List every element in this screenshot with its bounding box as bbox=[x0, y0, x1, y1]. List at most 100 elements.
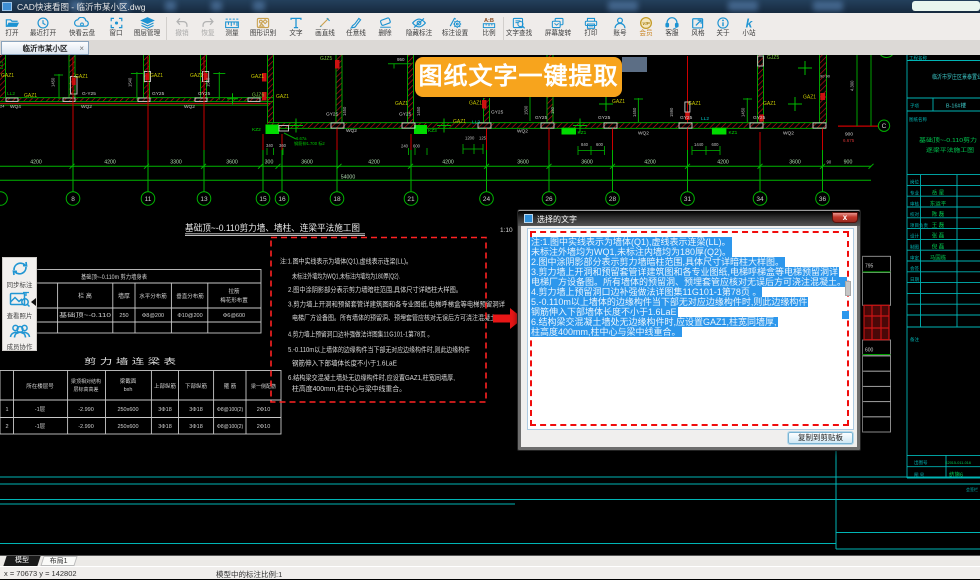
svg-text:2Φ10: 2Φ10 bbox=[257, 424, 271, 430]
svg-text:250x600: 250x600 bbox=[117, 407, 138, 413]
svg-text:bxh: bxh bbox=[124, 387, 133, 393]
svg-text:C: C bbox=[882, 123, 887, 130]
svg-text:11: 11 bbox=[145, 196, 152, 203]
svg-text:1:10: 1:10 bbox=[500, 227, 513, 234]
svg-text:GJZ5: GJZ5 bbox=[320, 56, 332, 62]
svg-text:所在楼层号: 所在楼层号 bbox=[26, 382, 54, 390]
svg-text:-1层: -1层 bbox=[35, 423, 46, 430]
svg-text:90 90: 90 90 bbox=[820, 74, 831, 79]
svg-text:GAZ1: GAZ1 bbox=[395, 101, 408, 107]
svg-text:制图: 制图 bbox=[910, 244, 919, 251]
svg-text:4200: 4200 bbox=[104, 160, 116, 166]
svg-text:GAZ1: GAZ1 bbox=[1, 73, 14, 79]
svg-text:4200: 4200 bbox=[30, 160, 42, 166]
svg-text:钢筋伸1.700 标2: 钢筋伸1.700 标2 bbox=[294, 140, 325, 147]
svg-text:Φ6@600: Φ6@600 bbox=[223, 313, 245, 319]
svg-text:钢筋伸入下部墙体长度不小于1.6LaE: 钢筋伸入下部墙体长度不小于1.6LaE bbox=[292, 359, 397, 368]
svg-text:A:B: A:B bbox=[484, 18, 494, 24]
svg-text:3.剪力墙上开洞和预留套管详建筑图和各专业图纸,电梯呼梯盒等: 3.剪力墙上开洞和预留套管详建筑图和各专业图纸,电梯呼梯盒等电梯预留洞详 bbox=[288, 299, 505, 308]
svg-text:拉筋: 拉筋 bbox=[228, 287, 240, 295]
svg-text:3300: 3300 bbox=[170, 160, 182, 166]
svg-text:梅花形布置: 梅花形布置 bbox=[220, 296, 248, 304]
svg-text:1450: 1450 bbox=[416, 106, 421, 116]
svg-text:GJZ5: GJZ5 bbox=[767, 55, 779, 61]
svg-text:24: 24 bbox=[483, 196, 491, 203]
svg-text:1450: 1450 bbox=[51, 77, 56, 87]
svg-text:3Φ18: 3Φ18 bbox=[158, 407, 172, 413]
svg-text:GAZ1: GAZ1 bbox=[453, 119, 466, 125]
svg-text:倪 磊: 倪 磊 bbox=[932, 243, 945, 251]
svg-text:1500: 1500 bbox=[206, 77, 211, 87]
svg-text:WQ2: WQ2 bbox=[346, 128, 357, 134]
svg-text:250x600: 250x600 bbox=[117, 424, 138, 430]
svg-text:4200: 4200 bbox=[644, 160, 656, 166]
svg-text:GY25: GY25 bbox=[399, 112, 412, 118]
svg-text:专业: 专业 bbox=[910, 190, 919, 197]
svg-text:基础顶~-0.110剪力墙、墙柱、连梁平法施工图: 基础顶~-0.110剪力墙、墙柱、连梁平法施工图 bbox=[185, 222, 360, 233]
svg-text:15: 15 bbox=[259, 196, 267, 203]
svg-text:东运平: 东运平 bbox=[930, 199, 947, 207]
svg-text:4200: 4200 bbox=[368, 160, 380, 166]
svg-text:1590: 1590 bbox=[669, 107, 674, 117]
svg-text:3600: 3600 bbox=[581, 160, 593, 166]
svg-text:36: 36 bbox=[819, 196, 827, 203]
svg-text:-2.990: -2.990 bbox=[78, 424, 94, 430]
svg-text:250: 250 bbox=[119, 313, 128, 319]
svg-text:3Φ18: 3Φ18 bbox=[189, 424, 203, 430]
svg-text:WQ2: WQ2 bbox=[783, 131, 794, 137]
svg-text:下部纵筋: 下部纵筋 bbox=[185, 382, 208, 390]
svg-text:26: 26 bbox=[545, 196, 553, 203]
svg-text:层标高高差: 层标高高差 bbox=[73, 386, 98, 393]
svg-text:水平分布筋: 水平分布筋 bbox=[139, 292, 167, 300]
svg-text:k: k bbox=[746, 17, 754, 29]
svg-text:840: 840 bbox=[581, 142, 589, 147]
svg-text:出图号: 出图号 bbox=[914, 459, 928, 466]
svg-text:KZ3: KZ3 bbox=[428, 128, 437, 134]
svg-text:GAZ1: GAZ1 bbox=[150, 73, 163, 79]
svg-text:KZ1: KZ1 bbox=[729, 130, 738, 136]
svg-text:GY25: GY25 bbox=[598, 115, 611, 121]
svg-text:岳 星: 岳 星 bbox=[932, 190, 945, 197]
svg-text:18: 18 bbox=[333, 196, 341, 203]
svg-text:4200: 4200 bbox=[717, 160, 729, 166]
svg-text:基础顶~-0.110剪力: 基础顶~-0.110剪力 bbox=[919, 136, 977, 144]
svg-text:逐梁平法施工图: 逐梁平法施工图 bbox=[926, 146, 975, 154]
svg-text:LL2: LL2 bbox=[472, 120, 480, 126]
svg-text:4200: 4200 bbox=[442, 160, 454, 166]
svg-text:3600: 3600 bbox=[301, 160, 313, 166]
svg-text:会签栏: 会签栏 bbox=[966, 486, 978, 492]
svg-text:360: 360 bbox=[279, 143, 287, 148]
svg-text:GAZ1: GAZ1 bbox=[803, 95, 816, 101]
svg-text:1450: 1450 bbox=[632, 107, 637, 117]
svg-text:Φ8@100(2): Φ8@100(2) bbox=[217, 424, 244, 430]
svg-text:34: 34 bbox=[756, 196, 764, 203]
svg-text:GAZ1: GAZ1 bbox=[276, 94, 289, 100]
svg-text:梁截面: 梁截面 bbox=[120, 377, 137, 385]
svg-text:900: 900 bbox=[844, 160, 853, 166]
svg-text:GY25: GY25 bbox=[198, 91, 211, 97]
svg-text:WQ2: WQ2 bbox=[638, 131, 649, 137]
svg-text:注:1.图中实线表示为墙体(Q1),虚线表示连梁(LL)。: 注:1.图中实线表示为墙体(Q1),虚线表示连梁(LL)。 bbox=[280, 256, 412, 265]
svg-text:-1层: -1层 bbox=[35, 406, 46, 413]
svg-text:S2015-011-016: S2015-011-016 bbox=[945, 461, 971, 465]
svg-text:3Φ18: 3Φ18 bbox=[189, 407, 203, 413]
svg-text:柱高度400mm,柱中心与梁中线重合。: 柱高度400mm,柱中心与梁中线重合。 bbox=[292, 384, 406, 393]
svg-text:600: 600 bbox=[596, 142, 604, 147]
svg-text:6.675: 6.675 bbox=[843, 138, 855, 143]
svg-text:150: 150 bbox=[550, 106, 555, 114]
svg-text:箍 筋: 箍 筋 bbox=[224, 382, 237, 390]
svg-text:王 磊: 王 磊 bbox=[932, 222, 945, 229]
svg-text:900: 900 bbox=[845, 132, 853, 138]
svg-text:240: 240 bbox=[401, 144, 409, 149]
svg-text:基础顶~-0.110m 剪力墙身表: 基础顶~-0.110m 剪力墙身表 bbox=[81, 273, 147, 281]
svg-text:LL2: LL2 bbox=[701, 116, 709, 122]
svg-text:梁顶相对结构: 梁顶相对结构 bbox=[71, 378, 101, 385]
svg-text:1450: 1450 bbox=[342, 106, 347, 116]
svg-text:3600: 3600 bbox=[789, 160, 801, 166]
svg-text:1200: 1200 bbox=[465, 136, 475, 141]
svg-text:剪 力 墙 连 梁 表: 剪 力 墙 连 梁 表 bbox=[84, 356, 176, 366]
svg-text:GAZ1: GAZ1 bbox=[688, 101, 701, 107]
svg-text:125: 125 bbox=[479, 136, 487, 141]
svg-text:600: 600 bbox=[413, 144, 421, 149]
svg-text:会签: 会签 bbox=[910, 265, 919, 272]
